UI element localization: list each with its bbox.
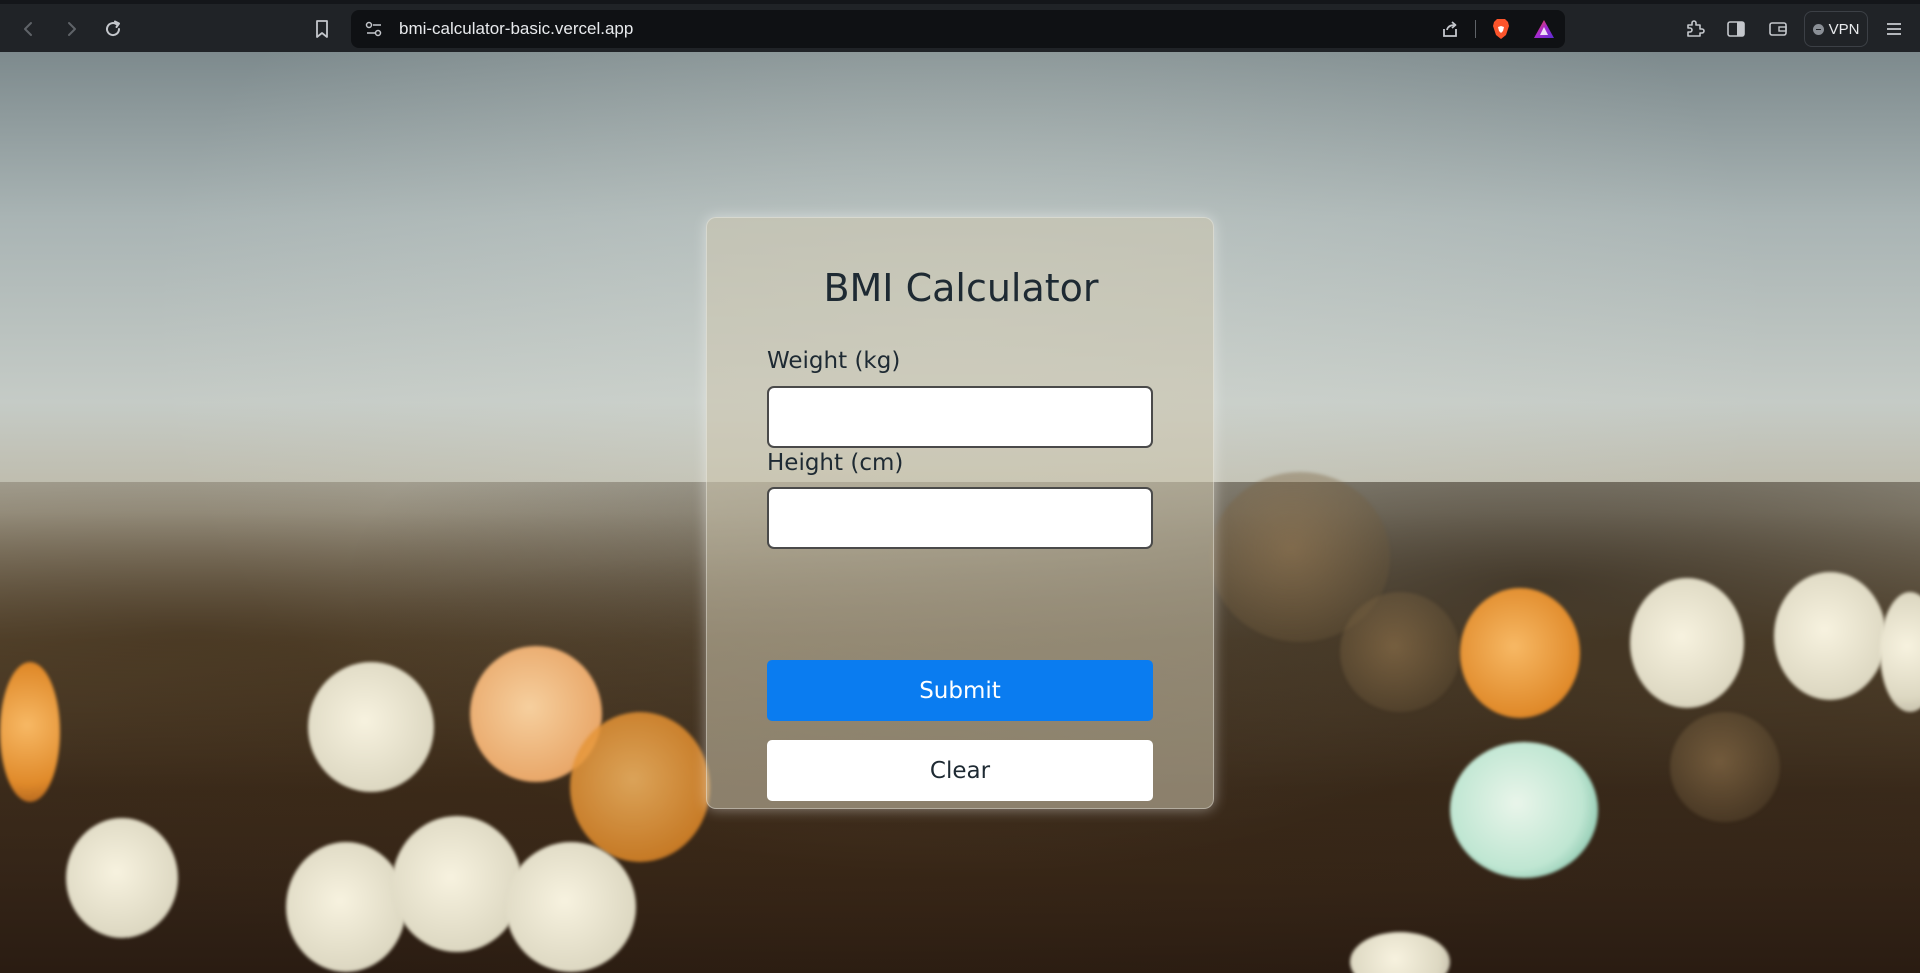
weight-label: Weight (kg) [767,348,901,374]
bokeh-light [1630,578,1744,708]
bokeh-light [506,842,636,972]
bookmark-icon[interactable] [305,12,339,46]
wallet-icon[interactable] [1761,12,1795,46]
bokeh-light [66,818,178,938]
page-viewport: BMI Calculator Weight (kg) Height (cm) S… [0,52,1920,973]
arrow-right-icon[interactable] [54,12,88,46]
submit-button[interactable]: Submit [767,660,1153,721]
url-text[interactable]: bmi-calculator-basic.vercel.app [399,10,633,48]
vpn-label: VPN [1828,20,1860,38]
weight-input[interactable] [767,386,1153,448]
bokeh-light [1460,588,1580,718]
bokeh-light [308,662,434,792]
height-input[interactable] [767,487,1153,549]
bmi-form-card: BMI Calculator Weight (kg) Height (cm) S… [706,217,1214,809]
hamburger-menu-icon[interactable] [1877,12,1911,46]
vpn-status-icon [1812,23,1824,35]
bokeh-light [1670,712,1780,822]
puzzle-icon[interactable] [1678,12,1712,46]
browser-window: bmi-calculator-basic.vercel.app VPN BMI … [0,0,1920,973]
bokeh-light [570,712,710,862]
height-label: Height (cm) [767,450,904,476]
clear-button[interactable]: Clear [767,740,1153,801]
browser-toolbar: bmi-calculator-basic.vercel.app VPN [0,0,1920,52]
bokeh-light [392,816,522,952]
bokeh-light [0,662,60,802]
site-settings-icon[interactable] [361,16,387,42]
bokeh-light [1774,572,1886,700]
address-bar[interactable]: bmi-calculator-basic.vercel.app [351,10,1565,48]
share-icon[interactable] [1437,16,1463,42]
urlbar-divider [1475,20,1476,38]
page-title: BMI Calculator [823,266,1099,310]
arrow-left-icon[interactable] [12,12,46,46]
vpn-button[interactable]: VPN [1804,11,1868,47]
bokeh-light [286,842,406,972]
sidebar-icon[interactable] [1719,12,1753,46]
brave-lion-icon[interactable] [1488,16,1514,42]
bokeh-light [1450,742,1598,878]
bokeh-light [1340,592,1460,712]
brave-rewards-triangle-icon[interactable] [1531,16,1557,42]
reload-icon[interactable] [96,12,130,46]
